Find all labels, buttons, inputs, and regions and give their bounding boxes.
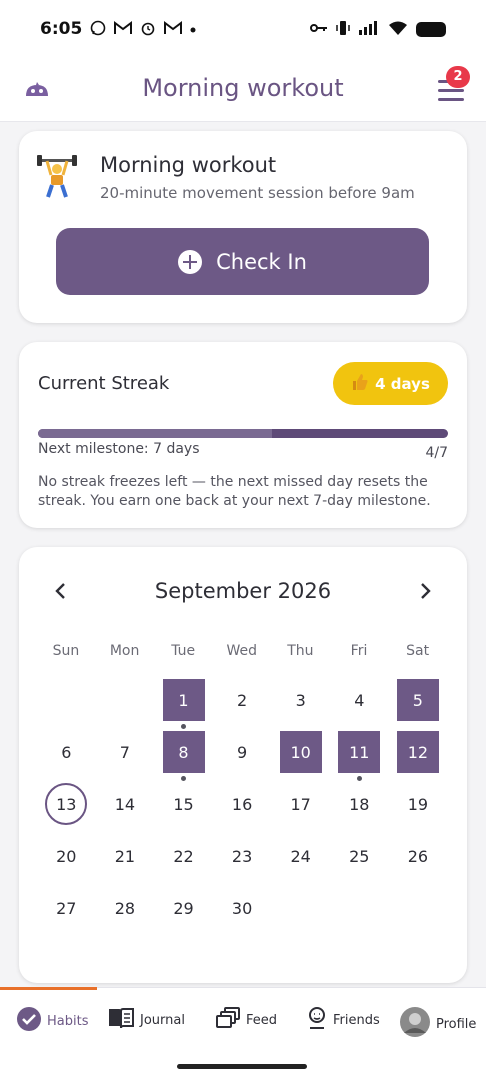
alarm-icon (140, 20, 156, 39)
menu-icon (438, 89, 464, 92)
calendar-day[interactable]: 11 (338, 731, 381, 773)
calendar-day[interactable]: 18 (338, 783, 380, 825)
calendar-day-today[interactable]: 13 (45, 783, 88, 825)
check-circle-icon (16, 1006, 42, 1036)
habit-subtitle: 20-minute movement session before 9am (100, 184, 415, 202)
calendar-day[interactable]: 22 (163, 835, 205, 877)
menu-icon (438, 98, 464, 101)
weekday-label: Sat (406, 643, 430, 659)
nav-item-profile[interactable]: Profile (399, 1006, 476, 1042)
chevron-right-icon (421, 583, 431, 599)
app-header: Morning workout (0, 58, 486, 122)
whatsapp-icon (90, 20, 106, 39)
gmail-icon (114, 20, 133, 38)
nav-item-friends[interactable]: Friends (306, 1006, 380, 1034)
check-in-button[interactable]: Check In (56, 228, 429, 295)
key-icon (310, 22, 328, 37)
status-bar: 6:05 (0, 0, 486, 58)
friends-icon (306, 1006, 328, 1034)
weekday-label: Thu (287, 643, 314, 659)
calendar-day[interactable]: 3 (280, 679, 322, 721)
plus-circle-icon (178, 249, 203, 274)
calendar-day[interactable]: 24 (280, 835, 322, 877)
status-right (310, 20, 446, 39)
weekday-label: Mon (109, 643, 140, 659)
next-month-button[interactable] (413, 579, 437, 603)
calendar-day[interactable]: 27 (45, 887, 87, 929)
streak-note: No streak freezes left — the next missed… (38, 474, 431, 509)
calendar-day[interactable]: 10 (279, 731, 322, 773)
dot-icon (190, 22, 196, 36)
calendar-month: September 2026 (154, 579, 332, 603)
calendar-day[interactable]: 7 (104, 731, 146, 773)
battery-icon (416, 21, 446, 37)
wifi-icon (388, 20, 408, 39)
habit-title: Morning workout (100, 153, 277, 177)
calendar-day[interactable]: 14 (104, 783, 146, 825)
calendar-day[interactable]: 6 (45, 731, 87, 773)
nav-item-journal[interactable]: Journal (107, 1006, 185, 1034)
check-in-dot (356, 776, 362, 781)
calendar-day[interactable]: 1 (162, 679, 205, 721)
habit-card: Morning workout 20-minute movement sessi… (19, 131, 467, 323)
weightlifter-icon (37, 153, 77, 199)
calendar-day[interactable]: 15 (163, 783, 205, 825)
calendar-day[interactable]: 8 (162, 731, 205, 773)
calendar-day[interactable]: 20 (45, 835, 87, 877)
calendar-day[interactable]: 4 (338, 679, 380, 721)
calendar-day[interactable]: 9 (221, 731, 263, 773)
check-in-label: Check In (216, 249, 307, 274)
avatar (399, 1006, 431, 1042)
streak-title: Current Streak (38, 373, 170, 394)
nav-label-profile: Profile (436, 1016, 477, 1032)
streak-card: Current Streak 4 days Next milestone: 7 … (19, 342, 467, 528)
streak-progress-bar (38, 429, 448, 438)
calendar-day[interactable]: 30 (221, 887, 263, 929)
vibrate-icon (336, 20, 350, 39)
calendar-day[interactable]: 5 (396, 679, 439, 721)
calendar-day[interactable]: 29 (163, 887, 205, 929)
check-in-dot (181, 776, 186, 781)
calendar-day[interactable]: 21 (104, 835, 146, 877)
calendar-day[interactable]: 16 (221, 783, 263, 825)
calendar-day[interactable]: 23 (221, 835, 263, 877)
streak-badge: 4 days (333, 362, 448, 405)
gmail-icon (164, 20, 183, 38)
progress-count: 4/7 (425, 445, 448, 461)
page-title: Morning workout (142, 74, 344, 102)
calendar-day[interactable]: 2 (221, 679, 263, 721)
active-tab-indicator (0, 987, 97, 990)
calendar-card: September 2026 Sun Mon Tue Wed Thu Fri Sat 1 2 3 4… (19, 547, 467, 983)
streak-badge-label: 4 days (375, 374, 430, 393)
thumbs-up-icon (351, 373, 369, 395)
book-icon (107, 1006, 135, 1034)
status-left: 6:05 (40, 19, 196, 39)
calendar-day[interactable]: 17 (280, 783, 322, 825)
calendar-day[interactable]: 12 (396, 731, 439, 773)
nav-label-journal: Journal (140, 1012, 185, 1028)
stack-icon (215, 1006, 241, 1034)
nav-item-feed[interactable]: Feed (215, 1006, 277, 1034)
weekday-label: Tue (171, 643, 196, 659)
milestone-label: Next milestone: 7 days (38, 441, 200, 457)
nav-item-habits[interactable]: Habits (16, 1006, 88, 1036)
calendar-day[interactable]: 28 (104, 887, 146, 929)
signal-icon (358, 20, 380, 39)
home-indicator (177, 1064, 307, 1069)
status-time: 6:05 (40, 19, 83, 39)
streak-progress-fill (38, 429, 272, 438)
notification-badge: 2 (446, 66, 470, 88)
calendar-day[interactable]: 26 (397, 835, 439, 877)
calendar-day[interactable]: 25 (338, 835, 380, 877)
weekday-label: Fri (350, 643, 368, 659)
weekday-label: Wed (226, 643, 258, 659)
check-in-dot (181, 724, 186, 729)
nav-label-friends: Friends (333, 1012, 380, 1028)
nav-label-feed: Feed (246, 1012, 278, 1028)
calendar-day[interactable]: 19 (397, 783, 439, 825)
weekday-label: Sun (52, 643, 80, 659)
nav-label-habits: Habits (47, 1013, 89, 1029)
